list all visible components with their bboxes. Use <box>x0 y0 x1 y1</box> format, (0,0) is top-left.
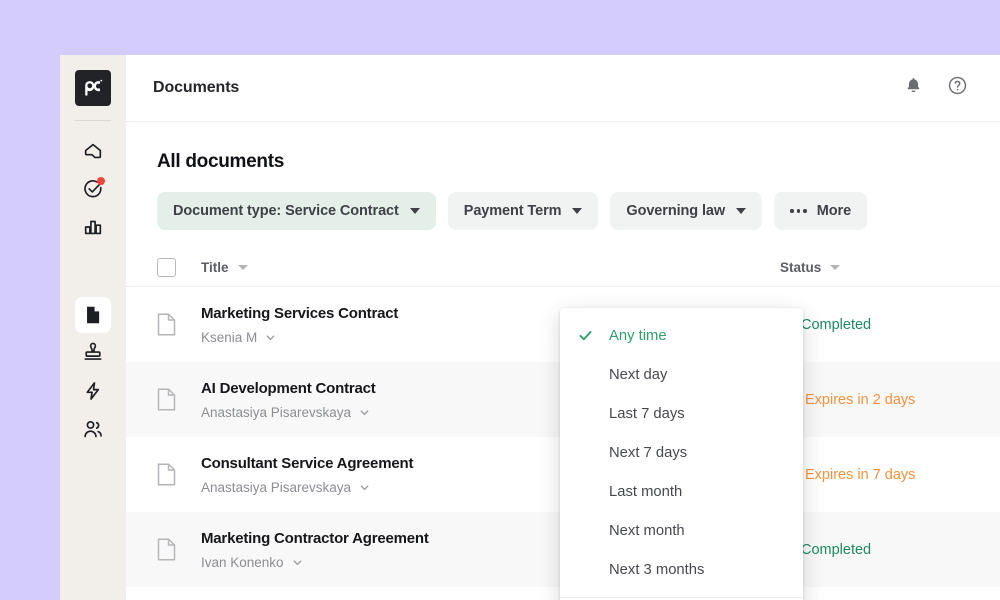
dropdown-item-any-time[interactable]: Any time <box>560 316 803 355</box>
top-bar: Documents <box>126 55 1000 122</box>
select-all-checkbox[interactable] <box>157 257 176 277</box>
dropdown-item-label: Next 3 months <box>609 561 705 578</box>
document-title[interactable]: Consultant Service Agreement <box>201 454 413 474</box>
sidebar-item-contacts[interactable] <box>75 411 111 447</box>
check-icon <box>577 328 593 343</box>
sidebar-item-home[interactable] <box>75 133 111 169</box>
dropdown-item-label: Any time <box>609 327 667 344</box>
dropdown-item-label: Last month <box>609 483 683 500</box>
filter-chip-payment-term[interactable]: Payment Term <box>447 192 599 230</box>
sidebar-rail <box>60 55 126 600</box>
dropdown-item-next-month[interactable]: Next month <box>560 511 803 550</box>
notifications-button[interactable] <box>896 71 930 105</box>
status-label: Completed <box>801 316 872 333</box>
chevron-down-icon <box>572 208 583 214</box>
filter-chip-payment-term-label: Payment Term <box>463 203 562 219</box>
app-window: Documents All documents Document type: S… <box>60 55 1000 600</box>
ellipsis-icon <box>790 209 807 213</box>
payment-term-dropdown-menu[interactable]: Any time Next day Last 7 days Next 7 day… <box>560 308 803 600</box>
chevron-down-icon <box>292 557 303 568</box>
filter-chip-governing-law-label: Governing law <box>626 203 726 219</box>
sort-chevron-down-icon[interactable] <box>830 264 841 270</box>
sidebar-item-tasks[interactable] <box>75 171 111 207</box>
automation-bolt-icon <box>82 380 104 402</box>
filter-chip-more[interactable]: More <box>774 192 868 230</box>
help-button[interactable] <box>940 71 974 105</box>
pandadoc-logo-glyph <box>85 79 103 96</box>
filter-chip-document-type[interactable]: Document type: Service Contract <box>157 192 436 230</box>
chevron-down-icon <box>359 482 370 493</box>
sidebar-item-reports[interactable] <box>75 209 111 245</box>
status-label: Completed <box>801 541 872 558</box>
tasks-notification-badge <box>97 177 105 185</box>
dropdown-item-next-day[interactable]: Next day <box>560 355 803 394</box>
document-file-icon <box>157 463 176 486</box>
chevron-down-icon <box>265 332 276 343</box>
document-owner-label: Anastasiya Pisarevskaya <box>201 479 352 495</box>
sort-chevron-down-icon[interactable] <box>237 264 248 270</box>
sidebar-item-documents[interactable] <box>75 297 111 333</box>
sidebar-item-automation[interactable] <box>75 373 111 409</box>
dropdown-item-last-7-days[interactable]: Last 7 days <box>560 394 803 433</box>
chevron-down-icon <box>409 208 420 214</box>
dropdown-divider <box>560 597 803 598</box>
document-owner-label: Anastasiya Pisarevskaya <box>201 404 352 420</box>
reports-bar-chart-icon <box>82 216 104 238</box>
question-circle-icon <box>947 75 968 101</box>
dropdown-item-label: Next month <box>609 522 685 539</box>
document-title[interactable]: AI Development Contract <box>201 379 376 399</box>
dropdown-item-next-7-days[interactable]: Next 7 days <box>560 433 803 472</box>
table-header-row: Title Status <box>126 248 1000 287</box>
document-file-icon <box>157 538 176 561</box>
filter-chip-governing-law[interactable]: Governing law <box>610 192 763 230</box>
filter-bar: Document type: Service Contract Payment … <box>126 173 1000 230</box>
sidebar-item-templates[interactable] <box>75 335 111 371</box>
documents-file-icon <box>82 304 104 326</box>
section-title: All documents <box>157 151 285 172</box>
page-title: Documents <box>153 79 240 96</box>
document-file-icon <box>157 388 176 411</box>
document-owner[interactable]: Anastasiya Pisarevskaya <box>201 479 413 496</box>
dropdown-item-label: Next 7 days <box>609 444 688 461</box>
contacts-people-icon <box>82 418 104 440</box>
templates-stamp-icon <box>82 342 104 364</box>
column-header-status[interactable]: Status <box>780 260 821 275</box>
home-icon <box>82 140 104 162</box>
document-file-icon <box>157 313 176 336</box>
chevron-down-icon <box>359 407 370 418</box>
status-label: Expires in 7 days <box>805 466 916 483</box>
filter-chip-more-label: More <box>816 203 852 219</box>
dropdown-item-next-3-months[interactable]: Next 3 months <box>560 550 803 589</box>
pandadoc-logo[interactable] <box>75 70 111 106</box>
document-owner[interactable]: Anastasiya Pisarevskaya <box>201 404 376 421</box>
filter-chip-document-type-label: Document type: Service Contract <box>173 203 399 219</box>
chevron-down-icon <box>736 208 747 214</box>
status-label: Expires in 2 days <box>805 391 916 408</box>
column-header-title[interactable]: Title <box>201 260 229 275</box>
document-title[interactable]: Marketing Services Contract <box>201 304 398 324</box>
document-owner-label: Ivan Konenko <box>201 554 284 570</box>
document-owner[interactable]: Ksenia M <box>201 329 398 346</box>
dropdown-item-label: Last 7 days <box>609 405 685 422</box>
dropdown-item-last-month[interactable]: Last month <box>560 472 803 511</box>
sidebar-divider <box>75 120 111 121</box>
document-title[interactable]: Marketing Contractor Agreement <box>201 529 429 549</box>
dropdown-item-label: Next day <box>609 366 668 383</box>
document-owner[interactable]: Ivan Konenko <box>201 554 429 571</box>
bell-icon <box>904 76 923 100</box>
document-owner-label: Ksenia M <box>201 329 258 345</box>
